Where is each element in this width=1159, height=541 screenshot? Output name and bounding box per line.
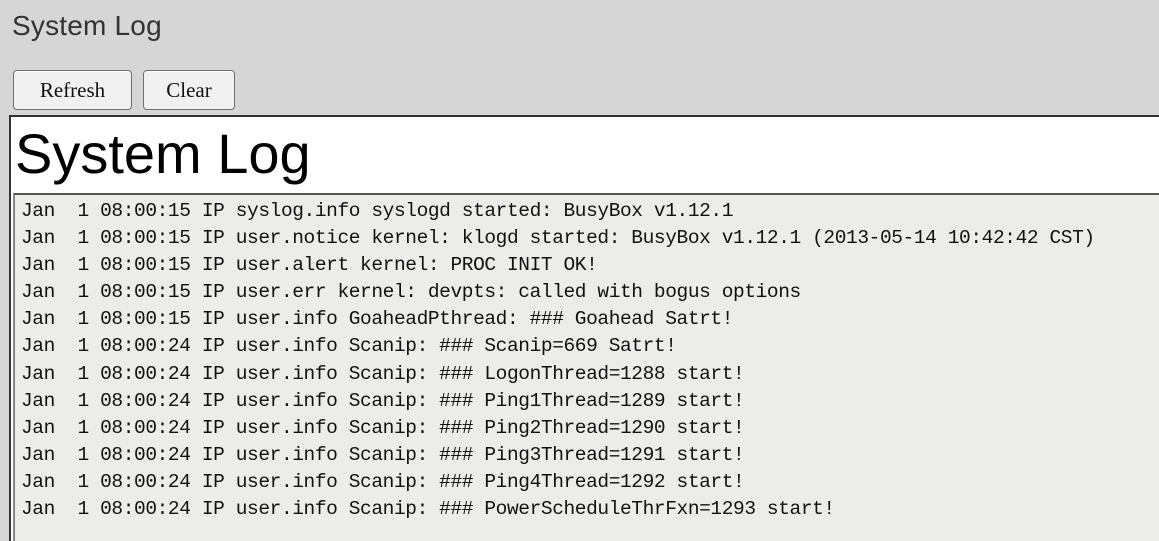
log-line: Jan 1 08:00:24 IP user.info Scanip: ### … [21,416,745,439]
log-line: Jan 1 08:00:15 IP user.alert kernel: PRO… [21,254,598,277]
log-heading: System Log [15,122,311,185]
clear-button[interactable]: Clear [143,70,235,110]
log-line: Jan 1 08:00:15 IP user.notice kernel: kl… [21,227,1095,250]
log-line: Jan 1 08:00:24 IP user.info Scanip: ### … [21,362,745,385]
log-textarea[interactable]: Jan 1 08:00:15 IP syslog.info syslogd st… [13,193,1159,541]
log-line: Jan 1 08:00:15 IP syslog.info syslogd st… [21,200,734,222]
log-line: Jan 1 08:00:24 IP user.info Scanip: ### … [21,443,745,466]
log-line: Jan 1 08:00:24 IP user.info Scanip: ### … [21,470,745,493]
log-line: Jan 1 08:00:24 IP user.info Scanip: ### … [21,498,835,521]
log-line: Jan 1 08:00:24 IP user.info Scanip: ### … [21,389,745,412]
log-content-frame: System Log Jan 1 08:00:15 IP syslog.info… [9,115,1159,541]
page-title: System Log [12,10,162,41]
system-log-window: System Log Refresh Clear System Log Jan … [0,0,1159,541]
refresh-button[interactable]: Refresh [13,70,132,110]
log-line: Jan 1 08:00:15 IP user.info GoaheadPthre… [21,308,734,331]
log-line: Jan 1 08:00:24 IP user.info Scanip: ### … [21,335,677,358]
log-line: Jan 1 08:00:15 IP user.err kernel: devpt… [21,281,801,304]
